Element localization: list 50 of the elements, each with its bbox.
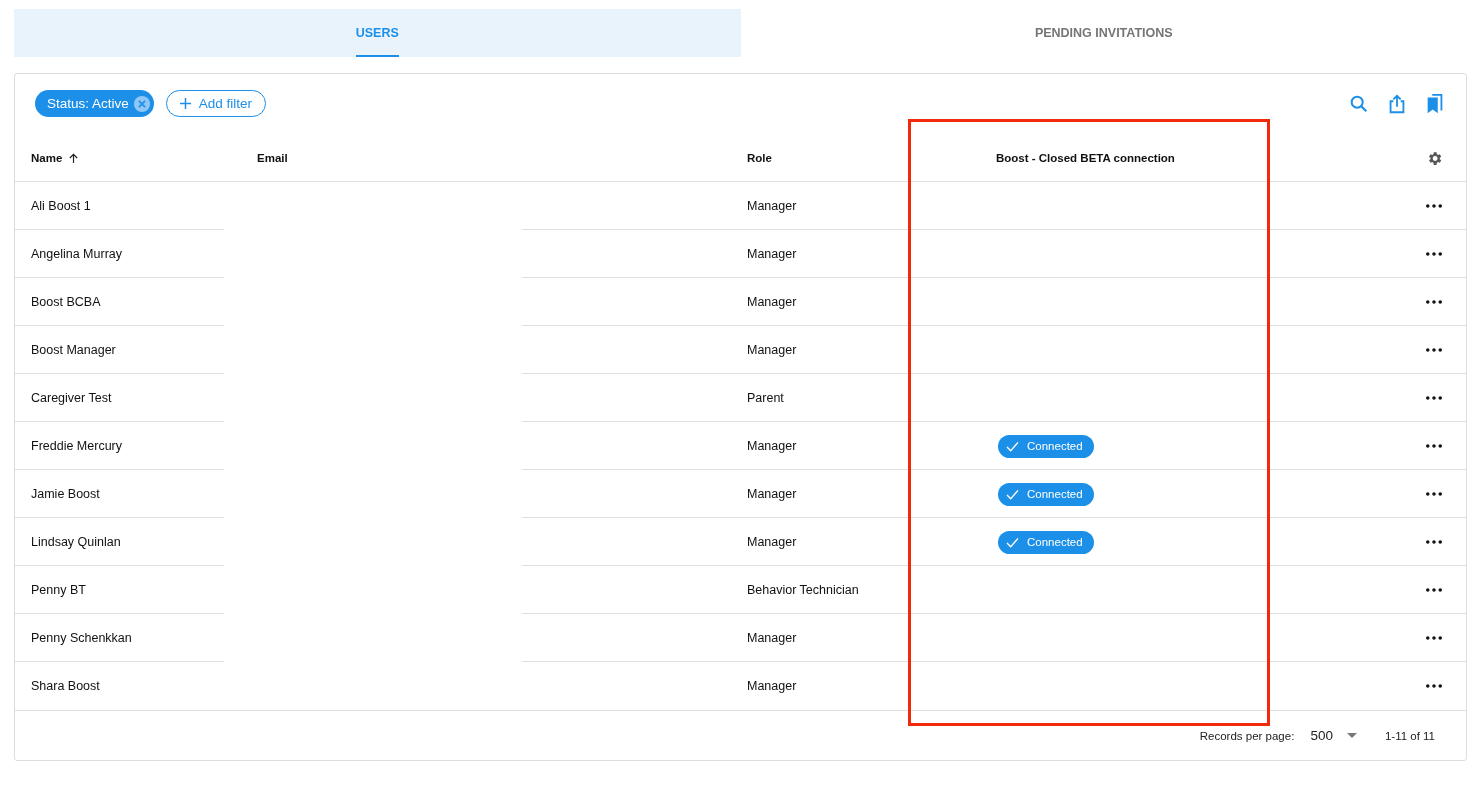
table-cell: Manager (747, 535, 797, 549)
more-icon[interactable] (1426, 444, 1442, 448)
arrow-up-icon[interactable] (68, 152, 80, 164)
table-cell: Manager (747, 631, 797, 645)
page-size-select[interactable]: 500 (1310, 728, 1357, 743)
table-cell: Caregiver Test (31, 391, 112, 405)
table-cell: Manager (747, 439, 797, 453)
table-cell: Manager (747, 343, 797, 357)
table-cell: Lindsay Quinlan (31, 535, 121, 549)
check-icon (1006, 536, 1019, 548)
status-badge: Connected (998, 530, 1094, 554)
column-header[interactable]: Boost - Closed BETA connection (996, 152, 1175, 164)
table-cell: Ali Boost 1 (31, 199, 91, 213)
status-badge: Connected (998, 482, 1094, 506)
table-cell: Behavior Technician (747, 583, 859, 597)
check-icon (1006, 488, 1019, 500)
caret-icon (1346, 733, 1357, 738)
check-icon (1006, 440, 1019, 452)
more-icon[interactable] (1426, 252, 1442, 256)
more-icon[interactable] (1426, 540, 1442, 544)
more-icon[interactable] (1426, 300, 1442, 304)
table-cell: Penny Schenkkan (31, 631, 132, 645)
column-header[interactable]: Role (747, 152, 772, 164)
table-cell: Parent (747, 391, 784, 405)
more-icon[interactable] (1426, 492, 1442, 496)
table-cell: Manager (747, 199, 797, 213)
more-icon[interactable] (1426, 588, 1442, 592)
add-filter-button[interactable]: Add filter (165, 90, 267, 117)
more-icon[interactable] (1426, 204, 1442, 208)
table-cell: Boost Manager (31, 343, 116, 357)
status-badge: Connected (998, 434, 1094, 458)
table-cell: Manager (747, 679, 797, 693)
table-cell: Penny BT (31, 583, 86, 597)
table-cell: Freddie Mercury (31, 439, 122, 453)
table-cell: Boost BCBA (31, 295, 101, 309)
more-icon[interactable] (1426, 348, 1442, 352)
table-cell: Manager (747, 247, 797, 261)
plus-icon (178, 97, 192, 110)
more-icon[interactable] (1426, 396, 1442, 400)
table-cell: Angelina Murray (31, 247, 122, 261)
table-cell: Manager (747, 295, 797, 309)
table-cell: Manager (747, 487, 797, 501)
more-icon[interactable] (1426, 684, 1442, 688)
records-label: Records per page: (1199, 729, 1295, 742)
table-cell: Shara Boost (31, 679, 100, 693)
column-header[interactable]: Email (257, 152, 288, 164)
more-icon[interactable] (1426, 636, 1442, 640)
column-header[interactable]: Name (31, 152, 63, 164)
table-cell: Jamie Boost (31, 487, 100, 501)
page-range: 1-11 of 11 (1384, 729, 1435, 742)
